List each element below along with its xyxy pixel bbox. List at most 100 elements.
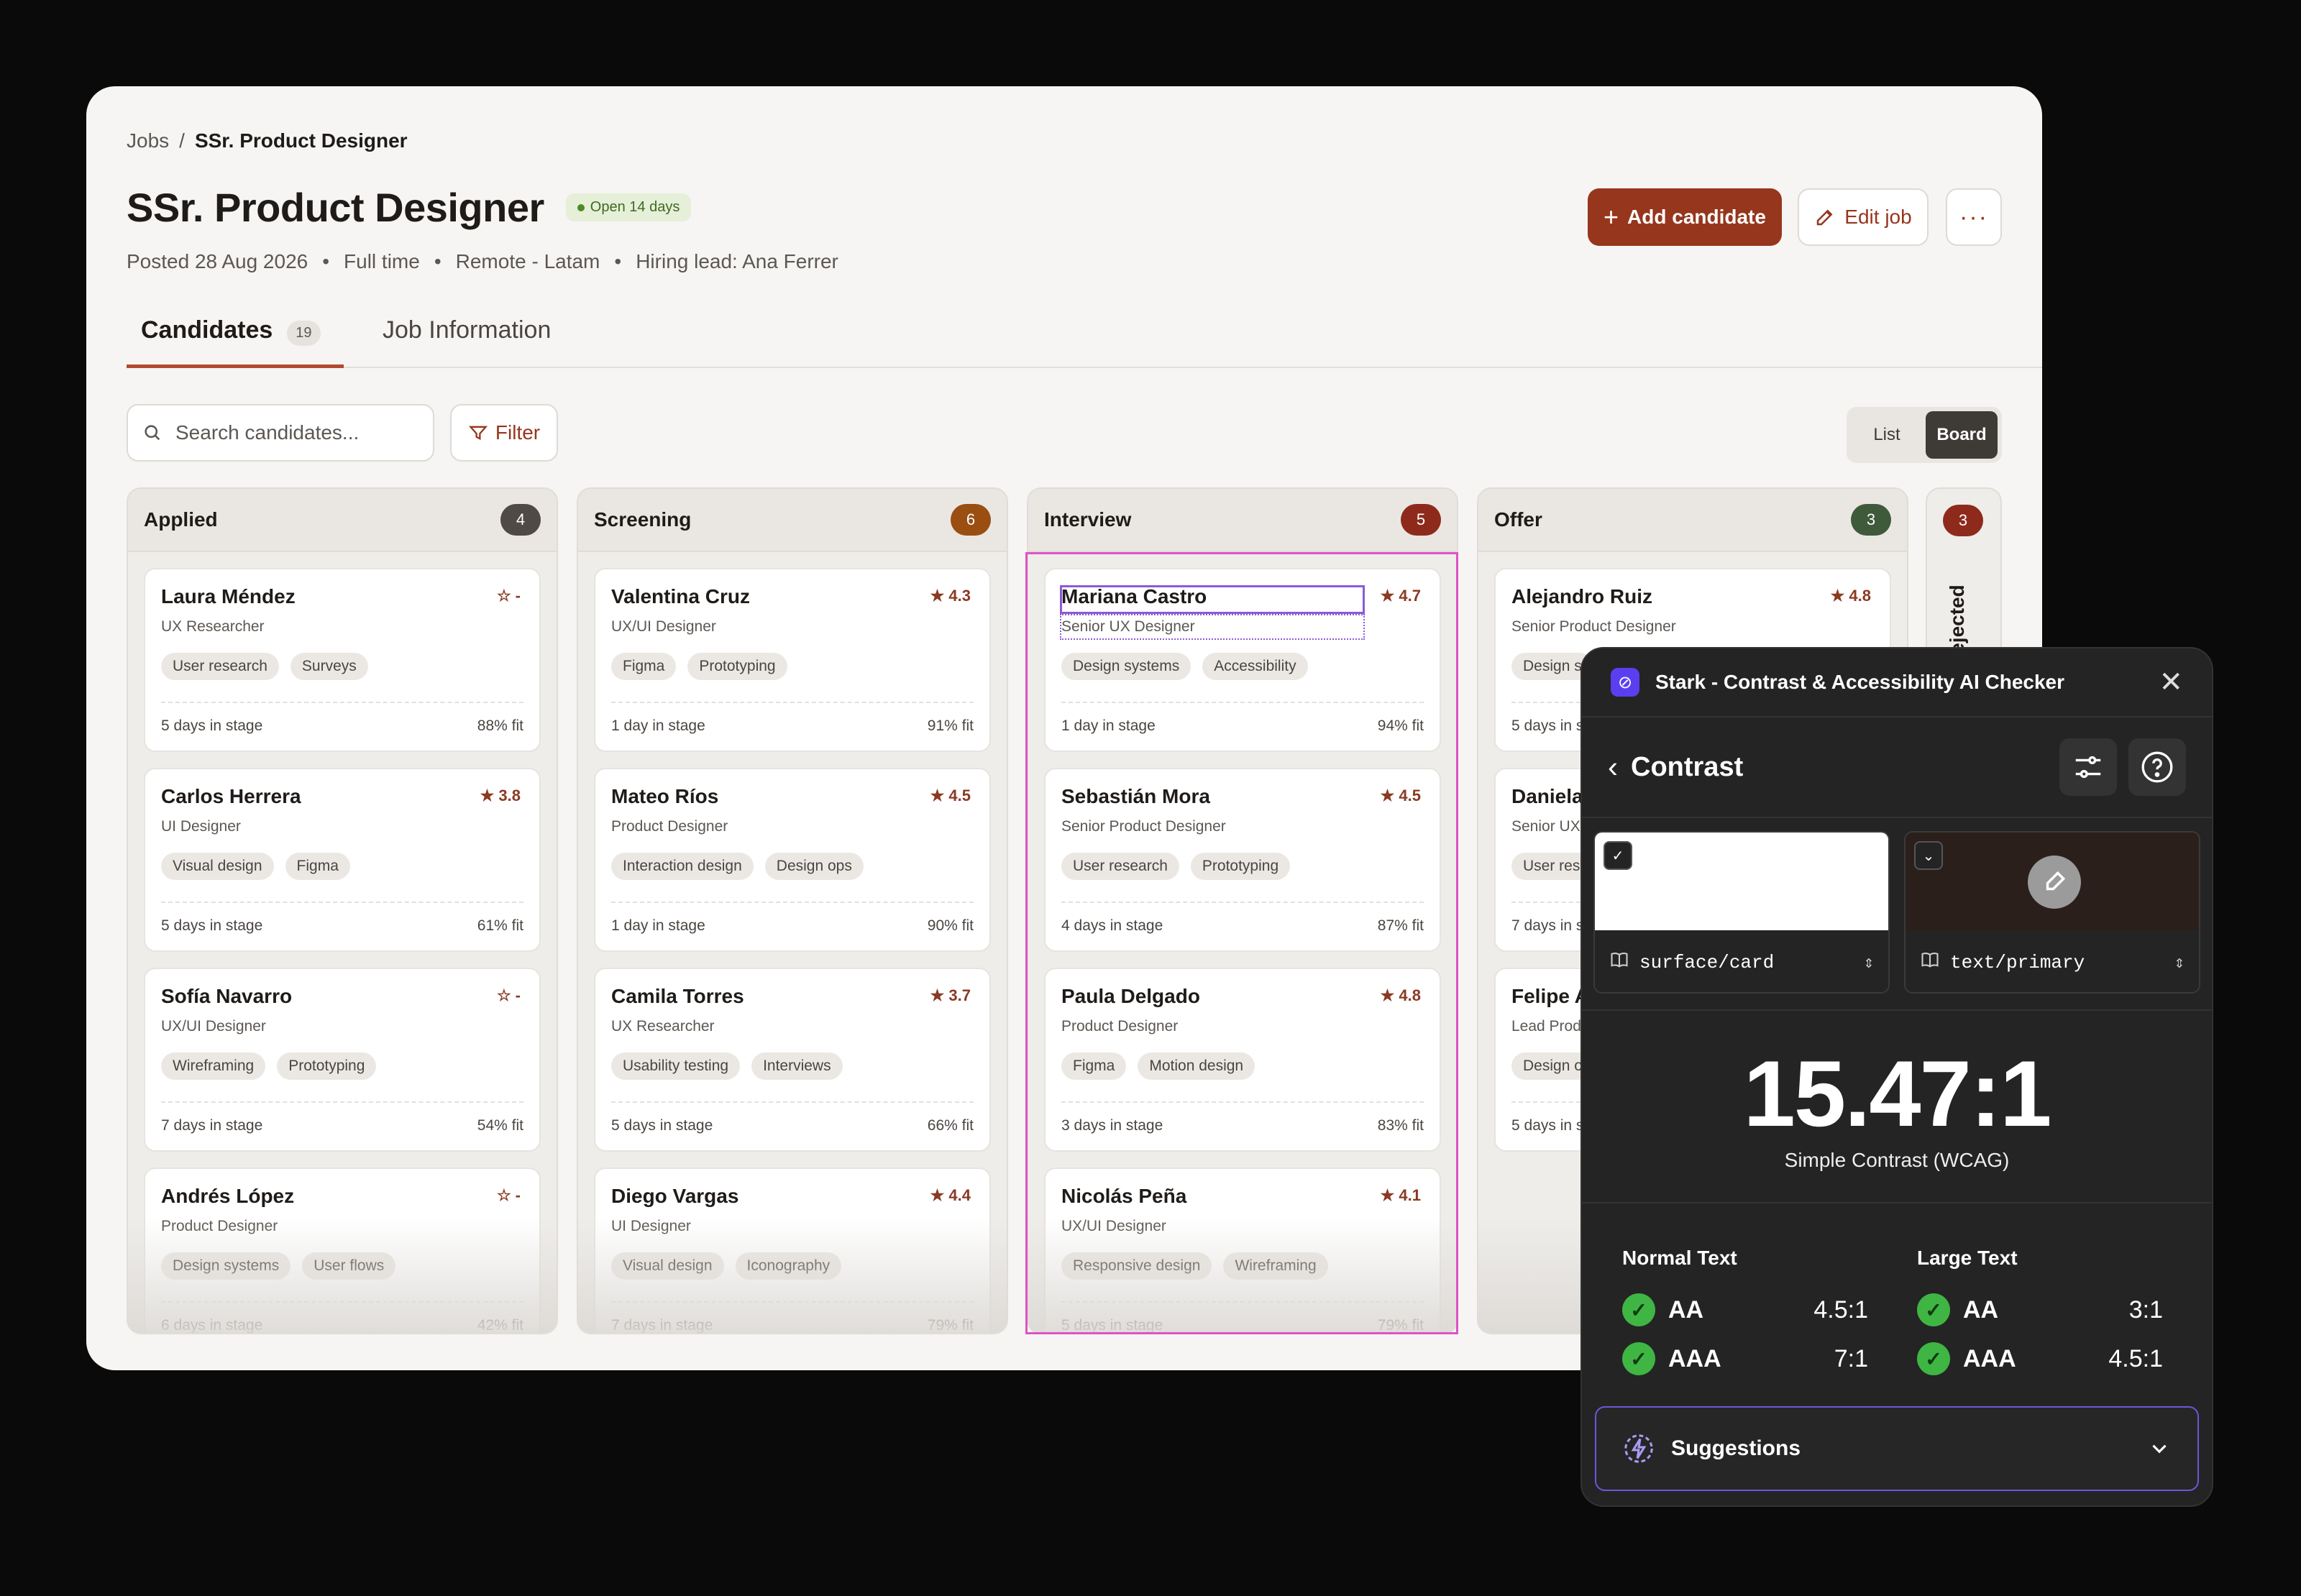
skill-tag: Figma	[1061, 1052, 1127, 1080]
skill-tag: Interviews	[751, 1052, 843, 1080]
candidate-rating: ★ 3.8	[480, 786, 521, 805]
meta-separator: •	[322, 250, 330, 272]
result-row: ✓ AA 4.5:1	[1622, 1285, 1917, 1334]
breadcrumb-jobs-link[interactable]: Jobs	[127, 129, 169, 152]
add-candidate-button[interactable]: + Add candidate	[1588, 188, 1782, 246]
tab-candidates[interactable]: Candidates 19	[127, 316, 344, 368]
tab-job-information[interactable]: Job Information	[368, 316, 565, 368]
skill-tag: User research	[1061, 853, 1179, 880]
stark-logo-icon: ⊘	[1611, 668, 1639, 697]
search-input[interactable]	[175, 421, 406, 444]
candidate-card[interactable]: Sebastián Mora Senior Product Designer ★ 4.…	[1044, 768, 1441, 952]
star-icon: ☆	[496, 587, 511, 605]
level-label: AA	[1668, 1295, 1704, 1324]
rating-value: 4.8	[1399, 986, 1421, 1004]
rating-value: -	[515, 587, 521, 605]
candidate-rating: ★ 4.1	[1381, 1186, 1421, 1205]
suggestions-dropdown[interactable]: Suggestions	[1595, 1406, 2199, 1491]
column-count-badge: 4	[500, 504, 541, 536]
candidate-rating: ★ 4.3	[930, 587, 971, 605]
foreground-token-select[interactable]: text/primary ⇕	[1906, 930, 2199, 992]
filter-label: Filter	[495, 421, 541, 444]
skill-tags: User research Prototyping	[1061, 853, 1424, 880]
large-text-results: Large Text ✓ AA 3:1 ✓ AAA 4.5:1	[1917, 1247, 2212, 1383]
updown-chevron-icon: ⇕	[2174, 954, 2185, 973]
skill-tag: User research	[161, 653, 279, 680]
checkbox-icon[interactable]: ⌄	[1914, 841, 1943, 870]
sliders-icon	[2075, 756, 2101, 779]
checkbox-icon[interactable]: ✓	[1604, 841, 1632, 870]
skill-tag: Wireframing	[161, 1052, 266, 1080]
suggestions-label: Suggestions	[1671, 1436, 1801, 1460]
card-list: Valentina Cruz UX/UI Designer ★ 4.3 Figma Pro…	[578, 552, 1007, 1333]
column-title: Offer	[1494, 508, 1542, 531]
candidate-card[interactable]: Laura Méndez UX Researcher ☆ - User research…	[144, 568, 541, 752]
fit-score: 94% fit	[1377, 717, 1424, 734]
star-icon: ★	[1380, 986, 1395, 1004]
filter-button[interactable]: Filter	[450, 404, 558, 462]
candidate-name: Carlos Herrera	[161, 785, 301, 807]
days-in-stage: 4 days in stage	[1061, 917, 1163, 934]
column-header: Screening 6	[578, 489, 1007, 552]
candidate-card[interactable]: Paula Delgado Product Designer ★ 4.8 Figma Mo…	[1044, 968, 1441, 1152]
foreground-swatch[interactable]: ⌄ text/primary ⇕	[1904, 831, 2200, 994]
column-header: Interview 5	[1028, 489, 1457, 552]
background-token-select[interactable]: surface/card ⇕	[1595, 930, 1888, 992]
skill-tag: Figma	[611, 653, 677, 680]
close-icon[interactable]: ✕	[2159, 666, 2183, 699]
candidate-role: Product Designer	[1061, 1018, 1179, 1035]
column-screening: Screening 6 Valentina Cruz UX/UI Designer ★ 4…	[577, 487, 1008, 1334]
card-list: Laura Méndez UX Researcher ☆ - User research…	[128, 552, 557, 1333]
candidate-rating: ★ 4.4	[930, 1186, 971, 1205]
board-view-button[interactable]: Board	[1926, 411, 1998, 459]
candidate-card[interactable]: Sofía Navarro UX/UI Designer ☆ - Wireframing…	[144, 968, 541, 1152]
check-pass-icon: ✓	[1917, 1293, 1950, 1326]
candidate-card[interactable]: Camila Torres UX Researcher ★ 3.7 Usability …	[594, 968, 991, 1152]
tab-candidates-label: Candidates	[141, 316, 273, 344]
candidate-card[interactable]: Carlos Herrera UI Designer ★ 3.8 Visual desi…	[144, 768, 541, 952]
breadcrumb-separator: /	[179, 129, 185, 152]
wcag-results: Normal Text ✓ AA 4.5:1 ✓ AAA 7:1 Large T…	[1582, 1203, 2212, 1383]
candidate-role: Senior Product Designer	[1061, 818, 1226, 835]
column-count-badge: 5	[1401, 504, 1441, 536]
back-chevron-icon[interactable]: ‹	[1608, 750, 1618, 784]
fit-score: 61% fit	[477, 917, 523, 934]
help-button[interactable]	[2128, 738, 2186, 796]
settings-sliders-button[interactable]	[2059, 738, 2117, 796]
add-candidate-label: Add candidate	[1627, 206, 1766, 228]
search-box[interactable]	[127, 404, 434, 462]
filter-icon	[468, 426, 488, 441]
breadcrumb: Jobs / SSr. Product Designer	[127, 129, 408, 152]
level-label: AA	[1963, 1295, 1999, 1324]
more-dots-icon: ···	[1959, 203, 1988, 231]
candidate-card[interactable]: Mariana Castro Senior UX Designer ★ 4.7 Desi…	[1044, 568, 1441, 752]
days-in-stage: 5 days in stage	[611, 1117, 713, 1134]
card-footer: 5 days in stage 61% fit	[161, 902, 523, 935]
days-in-stage: 1 day in stage	[1061, 717, 1156, 734]
skill-tag: Interaction design	[611, 853, 754, 880]
rating-value: 3.8	[498, 786, 521, 804]
list-view-button[interactable]: List	[1851, 411, 1923, 459]
normal-text-results: Normal Text ✓ AA 4.5:1 ✓ AAA 7:1	[1622, 1247, 1917, 1383]
column-count-badge: 3	[1943, 505, 1983, 536]
fit-score: 83% fit	[1377, 1117, 1424, 1134]
book-icon	[1609, 950, 1629, 976]
background-swatch[interactable]: ✓ surface/card ⇕	[1593, 831, 1890, 994]
candidate-role: UX/UI Designer	[161, 1018, 266, 1035]
edit-job-button[interactable]: Edit job	[1798, 188, 1929, 246]
meta-separator: •	[614, 250, 622, 272]
star-icon: ★	[930, 986, 945, 1004]
candidate-card[interactable]: Mateo Ríos Product Designer ★ 4.5 Interactio…	[594, 768, 991, 952]
candidate-card[interactable]: Valentina Cruz UX/UI Designer ★ 4.3 Figma Pro…	[594, 568, 991, 752]
candidate-rating: ★ 4.5	[930, 786, 971, 805]
candidate-role: UX Researcher	[611, 1018, 715, 1035]
plus-icon: +	[1604, 202, 1619, 231]
meta-separator: •	[434, 250, 442, 272]
skill-tag: Surveys	[290, 653, 368, 680]
star-icon: ☆	[496, 986, 511, 1004]
eyedropper-icon[interactable]	[2028, 856, 2081, 909]
days-in-stage: 5 days in s	[1511, 717, 1584, 734]
candidate-rating: ☆ -	[497, 587, 521, 605]
more-options-button[interactable]: ···	[1946, 188, 2002, 246]
contrast-ratio-label: Simple Contrast (WCAG)	[1784, 1149, 2010, 1171]
